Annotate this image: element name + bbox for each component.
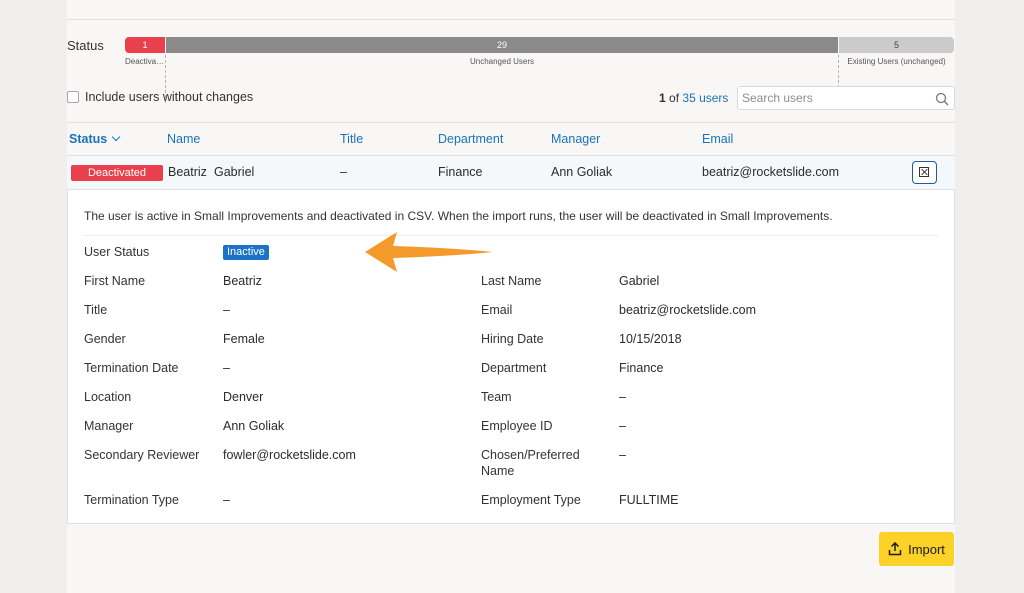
status-badge: Deactivated (71, 165, 163, 181)
collapse-row-button[interactable] (912, 161, 937, 184)
detail-value: Ann Goliak (223, 419, 285, 433)
detail-label: Termination Type (84, 493, 179, 507)
detail-value: – (223, 361, 230, 375)
status-distribution-bar: 1 29 5 Deactivated Users Unchanged Users… (125, 37, 954, 103)
column-header-name[interactable]: Name (167, 132, 200, 146)
change-explanation: The user is active in Small Improvements… (84, 209, 833, 223)
import-button-label: Import (908, 541, 945, 557)
detail-value: – (223, 303, 230, 317)
status-caption-existing: Existing Users (unchanged) (847, 57, 946, 66)
detail-value: – (223, 493, 230, 507)
include-unchanged-label: Include users without changes (85, 90, 254, 104)
import-panel: Status 1 29 5 Deactivated Users Unchange… (67, 0, 955, 593)
user-status-label: User Status (84, 245, 150, 259)
column-header-status[interactable]: Status (69, 132, 121, 146)
status-caption-unchanged: Unchanged Users (469, 57, 535, 66)
detail-value: Gabriel (619, 274, 660, 288)
column-header-title[interactable]: Title (340, 132, 363, 146)
status-caption-deactivated: Deactivated Users (125, 57, 165, 66)
row-first-name: Beatriz (168, 165, 207, 179)
detail-label: Hiring Date (481, 332, 544, 346)
user-details-panel: The user is active in Small Improvements… (67, 190, 955, 524)
row-department: Finance (438, 165, 483, 179)
detail-value: – (619, 390, 626, 404)
include-unchanged-toggle[interactable]: Include users without changes (67, 90, 253, 104)
detail-label: Email (481, 303, 513, 317)
status-segment-existing[interactable]: 5 (839, 37, 954, 53)
search-box (737, 86, 955, 110)
detail-label: Chosen/Preferred Name (481, 448, 580, 478)
detail-value: fowler@rocketslide.com (223, 448, 356, 462)
detail-label: Employment Type (481, 493, 581, 507)
detail-label: Department (481, 361, 547, 375)
row-email: beatriz@rocketslide.com (702, 165, 840, 179)
row-last-name: Gabriel (214, 165, 255, 179)
chevron-down-icon[interactable] (111, 132, 121, 142)
details-divider (84, 235, 938, 236)
detail-value: – (619, 448, 626, 462)
detail-value: Denver (223, 390, 264, 404)
detail-value: FULLTIME (619, 493, 679, 507)
detail-value: Finance (619, 361, 664, 375)
detail-label: Gender (84, 332, 126, 346)
status-segment-unchanged[interactable]: 29 (166, 37, 838, 53)
top-divider (67, 19, 955, 20)
detail-value: 10/15/2018 (619, 332, 682, 346)
upload-icon (888, 542, 902, 556)
annotation-arrow-icon (365, 232, 493, 272)
detail-value: Beatriz (223, 274, 262, 288)
row-title: – (340, 165, 347, 179)
row-manager: Ann Goliak (551, 165, 613, 179)
result-count-total: 35 users (682, 91, 729, 105)
column-header-manager[interactable]: Manager (551, 132, 600, 146)
result-count-current: 1 (659, 91, 666, 105)
column-header-department[interactable]: Department (438, 132, 503, 146)
column-header-email[interactable]: Email (702, 132, 733, 146)
detail-label: Title (84, 303, 108, 317)
detail-value: Female (223, 332, 265, 346)
detail-label: Manager (84, 419, 134, 433)
detail-label: Secondary Reviewer (84, 448, 200, 462)
result-count-of: of (669, 91, 680, 105)
detail-label: Team (481, 390, 512, 404)
result-count: 1 of 35 users (659, 91, 728, 105)
detail-label: Employee ID (481, 419, 553, 433)
user-status-value: Inactive (223, 245, 269, 260)
table-row[interactable]: Deactivated Beatriz Gabriel – Finance An… (67, 156, 955, 190)
detail-label: First Name (84, 274, 146, 288)
search-icon[interactable] (935, 92, 949, 106)
users-table-header: Status Name Title Department Manager Ema… (67, 122, 955, 156)
detail-value: – (619, 419, 626, 433)
search-input[interactable] (738, 87, 923, 109)
status-bar-label: Status (67, 38, 104, 53)
include-unchanged-checkbox[interactable] (67, 91, 79, 103)
status-segment-deactivated[interactable]: 1 (125, 37, 165, 53)
detail-label: Location (84, 390, 132, 404)
detail-label: Termination Date (84, 361, 179, 375)
close-icon (919, 167, 929, 177)
column-header-status-label: Status (69, 132, 108, 146)
import-button[interactable]: Import (879, 532, 954, 566)
detail-value: beatriz@rocketslide.com (619, 303, 757, 317)
